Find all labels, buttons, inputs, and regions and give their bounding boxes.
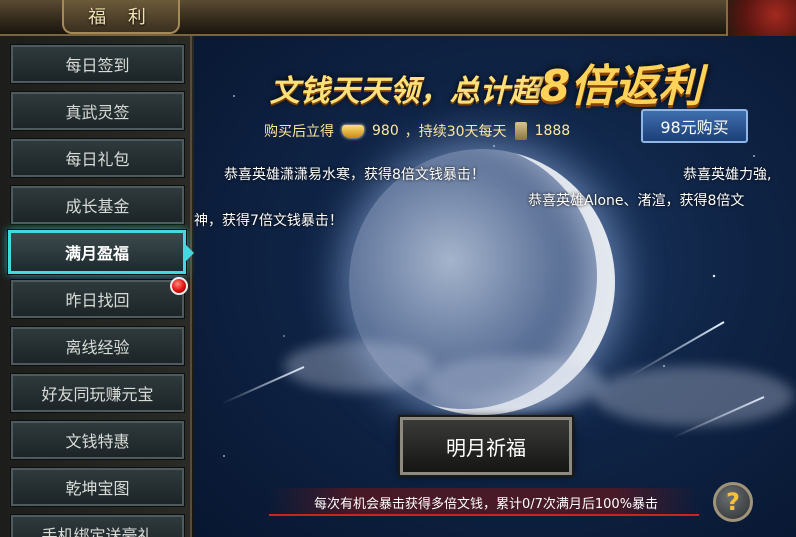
coin-amount: 1888 (534, 123, 571, 139)
reward-middle: ，持续30天每天 (404, 124, 507, 140)
buy-button[interactable]: 98元购买 (641, 109, 748, 143)
crit-progress-text: 每次有机会暴击获得多倍文钱，累计0/7次满月后100%暴击 (313, 497, 659, 512)
reward-prefix: 购买后立得 (264, 124, 334, 140)
cloud-image (594, 366, 794, 426)
sidebar-item-daily-signin[interactable]: 每日签到 (10, 44, 185, 84)
cloud-image (284, 341, 434, 391)
headline-highlight: 8倍返利 (539, 61, 703, 112)
welfare-window: 福 利 每日签到 真武灵签 每日礼包 成长基金 满月盈福 昨日找回 离线经验 好… (0, 0, 796, 537)
help-icon[interactable]: ? (713, 482, 753, 522)
title-bar: 福 利 (0, 0, 796, 36)
active-indicator-arrow-icon (186, 245, 194, 261)
gold-ingot-icon (342, 124, 364, 138)
sidebar-item-growth-fund[interactable]: 成长基金 (10, 185, 185, 225)
purchase-reward-info: 购买后立得 980 ，持续30天每天 1888 (264, 120, 570, 142)
cloud-image (424, 356, 604, 411)
ingot-amount: 980 (372, 123, 399, 139)
sidebar-item-daily-gift[interactable]: 每日礼包 (10, 138, 185, 178)
sidebar-item-phone-bind[interactable]: 手机绑定送豪礼 (10, 514, 185, 537)
sidebar-item-treasure-map[interactable]: 乾坤宝图 (10, 467, 185, 507)
broadcast-ticker: 恭喜英雄Alone、渚渲，获得8倍文 (528, 193, 745, 209)
sidebar: 每日签到 真武灵签 每日礼包 成长基金 满月盈福 昨日找回 离线经验 好友同玩赚… (0, 36, 192, 537)
broadcast-ticker: 恭喜英雄力強, (683, 167, 772, 183)
moon-pray-button[interactable]: 明月祈福 (398, 415, 574, 477)
sidebar-item-friend-play[interactable]: 好友同玩赚元宝 (10, 373, 185, 413)
sidebar-item-offline-exp[interactable]: 离线经验 (10, 326, 185, 366)
sidebar-item-zhenwu-lot[interactable]: 真武灵签 (10, 91, 185, 131)
sidebar-item-full-moon[interactable]: 满月盈福 (7, 229, 187, 275)
full-moon-panel: 文钱天天领，总计超 8倍返利 购买后立得 980 ，持续30天每天 1888 9… (194, 36, 796, 537)
notification-dot-icon (170, 277, 188, 295)
corner-ornament-icon (726, 0, 796, 36)
window-title: 福 利 (62, 0, 180, 34)
broadcast-ticker: 恭喜英雄潇潇易水寒，获得8倍文钱暴击！ (224, 167, 485, 183)
headline-text: 文钱天天领，总计超 (269, 74, 540, 109)
broadcast-ticker: 神，获得7倍文钱暴击！ (194, 213, 343, 229)
sidebar-item-coin-sale[interactable]: 文钱特惠 (10, 420, 185, 460)
sidebar-item-yesterday-recover[interactable]: 昨日找回 (10, 279, 185, 319)
coin-icon (514, 122, 527, 140)
